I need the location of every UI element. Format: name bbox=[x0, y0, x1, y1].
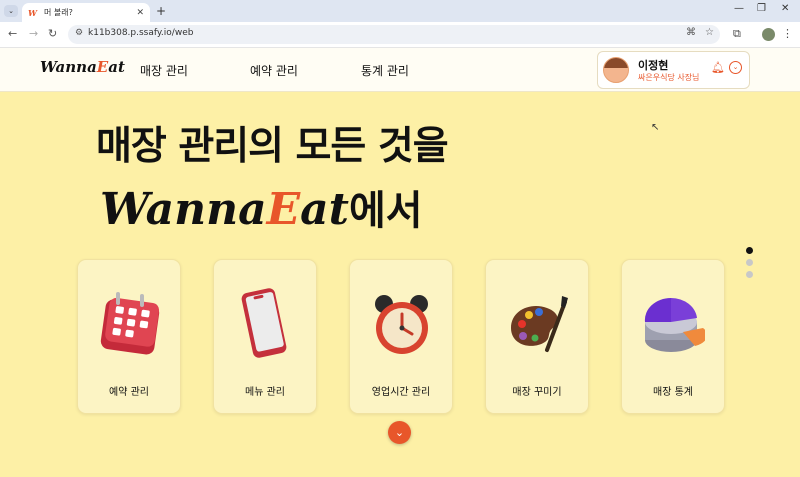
user-shop: 싸은우식당 사장님 bbox=[638, 73, 700, 82]
user-profile-box[interactable]: 이정현 싸은우식당 사장님 🔔︎ ⌄ bbox=[597, 51, 750, 89]
phone-icon bbox=[241, 288, 287, 358]
minimize-icon[interactable]: — bbox=[734, 3, 744, 14]
pager-dot[interactable] bbox=[746, 247, 753, 254]
favicon-icon: W bbox=[28, 7, 37, 18]
close-tab-icon[interactable]: ✕ bbox=[136, 8, 144, 18]
card-label: 영업시간 관리 bbox=[371, 387, 431, 398]
calendar-icon bbox=[100, 292, 160, 355]
forward-icon[interactable]: → bbox=[29, 27, 38, 40]
user-name: 이정현 bbox=[638, 59, 669, 72]
bookmark-star-icon[interactable]: ☆ bbox=[705, 27, 714, 38]
logo[interactable]: WannaEat bbox=[40, 58, 125, 76]
mouse-cursor-icon: ↖ bbox=[651, 122, 660, 133]
app-header: WannaEat 매장 관리 예약 관리 통계 관리 이정현 싸은우식당 사장님… bbox=[0, 48, 800, 92]
nav-store-management[interactable]: 매장 관리 bbox=[140, 62, 188, 79]
back-icon[interactable]: ← bbox=[8, 27, 17, 40]
hero-headline: 매장 관리의 모든 것을 bbox=[96, 124, 449, 169]
url-text: k11b308.p.ssafy.io/web bbox=[88, 28, 194, 38]
card-label: 매장 통계 bbox=[653, 387, 693, 398]
site-info-icon[interactable]: ⚙ bbox=[75, 28, 83, 38]
pie-chart-icon bbox=[644, 297, 705, 352]
menu-icon[interactable]: ⋮ bbox=[782, 27, 793, 40]
browser-toolbar: ← → ↻ ⚙ k11b308.p.ssafy.io/web ⌘ ☆ ⧉ ⋮ bbox=[0, 22, 800, 48]
scroll-down-button[interactable]: ⌄ bbox=[388, 421, 411, 444]
card-business-hours[interactable]: 영업시간 관리 bbox=[349, 259, 453, 414]
pager-dot[interactable] bbox=[746, 259, 753, 266]
hero-suffix: 에서 bbox=[348, 188, 423, 234]
card-label: 메뉴 관리 bbox=[245, 387, 285, 398]
browser-tabstrip: ⌄ W 머 볼래? ✕ + — ❐ ✕ bbox=[0, 0, 800, 22]
bell-icon[interactable]: 🔔︎ bbox=[711, 61, 725, 74]
translate-icon[interactable]: ⌘ bbox=[686, 27, 696, 38]
profile-avatar[interactable] bbox=[762, 28, 775, 41]
chevron-down-icon[interactable]: ⌄ bbox=[729, 61, 742, 74]
new-tab-button[interactable]: + bbox=[156, 4, 166, 18]
window-close-icon[interactable]: ✕ bbox=[781, 3, 789, 14]
section-pager bbox=[746, 247, 753, 283]
nav-reservation-management[interactable]: 예약 관리 bbox=[250, 62, 298, 79]
hero-brand: WannaEat bbox=[100, 184, 349, 235]
extensions-icon[interactable]: ⧉ bbox=[733, 27, 741, 41]
hero-brand-line: WannaEat 에서 bbox=[100, 178, 423, 236]
card-store-decoration[interactable]: 매장 꾸미기 bbox=[485, 259, 589, 414]
restore-icon[interactable]: ❐ bbox=[757, 3, 766, 14]
card-label: 매장 꾸미기 bbox=[512, 387, 562, 398]
card-menu[interactable]: 메뉴 관리 bbox=[213, 259, 317, 414]
card-store-statistics[interactable]: 매장 통계 bbox=[621, 259, 725, 414]
pager-dot[interactable] bbox=[746, 271, 753, 278]
chevron-down-icon: ⌄ bbox=[394, 426, 405, 439]
user-avatar bbox=[603, 57, 629, 83]
tab-list-button[interactable]: ⌄ bbox=[4, 5, 18, 17]
tab-title: 머 볼래? bbox=[44, 8, 73, 17]
address-bar[interactable]: ⚙ k11b308.p.ssafy.io/web ⌘ ☆ bbox=[68, 25, 720, 44]
reload-icon[interactable]: ↻ bbox=[48, 27, 57, 40]
card-reservation[interactable]: 예약 관리 bbox=[77, 259, 181, 414]
nav-statistics-management[interactable]: 통계 관리 bbox=[361, 62, 409, 79]
card-label: 예약 관리 bbox=[109, 387, 149, 398]
palette-icon bbox=[511, 296, 568, 352]
browser-tab[interactable]: W 머 볼래? ✕ bbox=[22, 3, 150, 22]
alarm-clock-icon bbox=[375, 295, 428, 354]
